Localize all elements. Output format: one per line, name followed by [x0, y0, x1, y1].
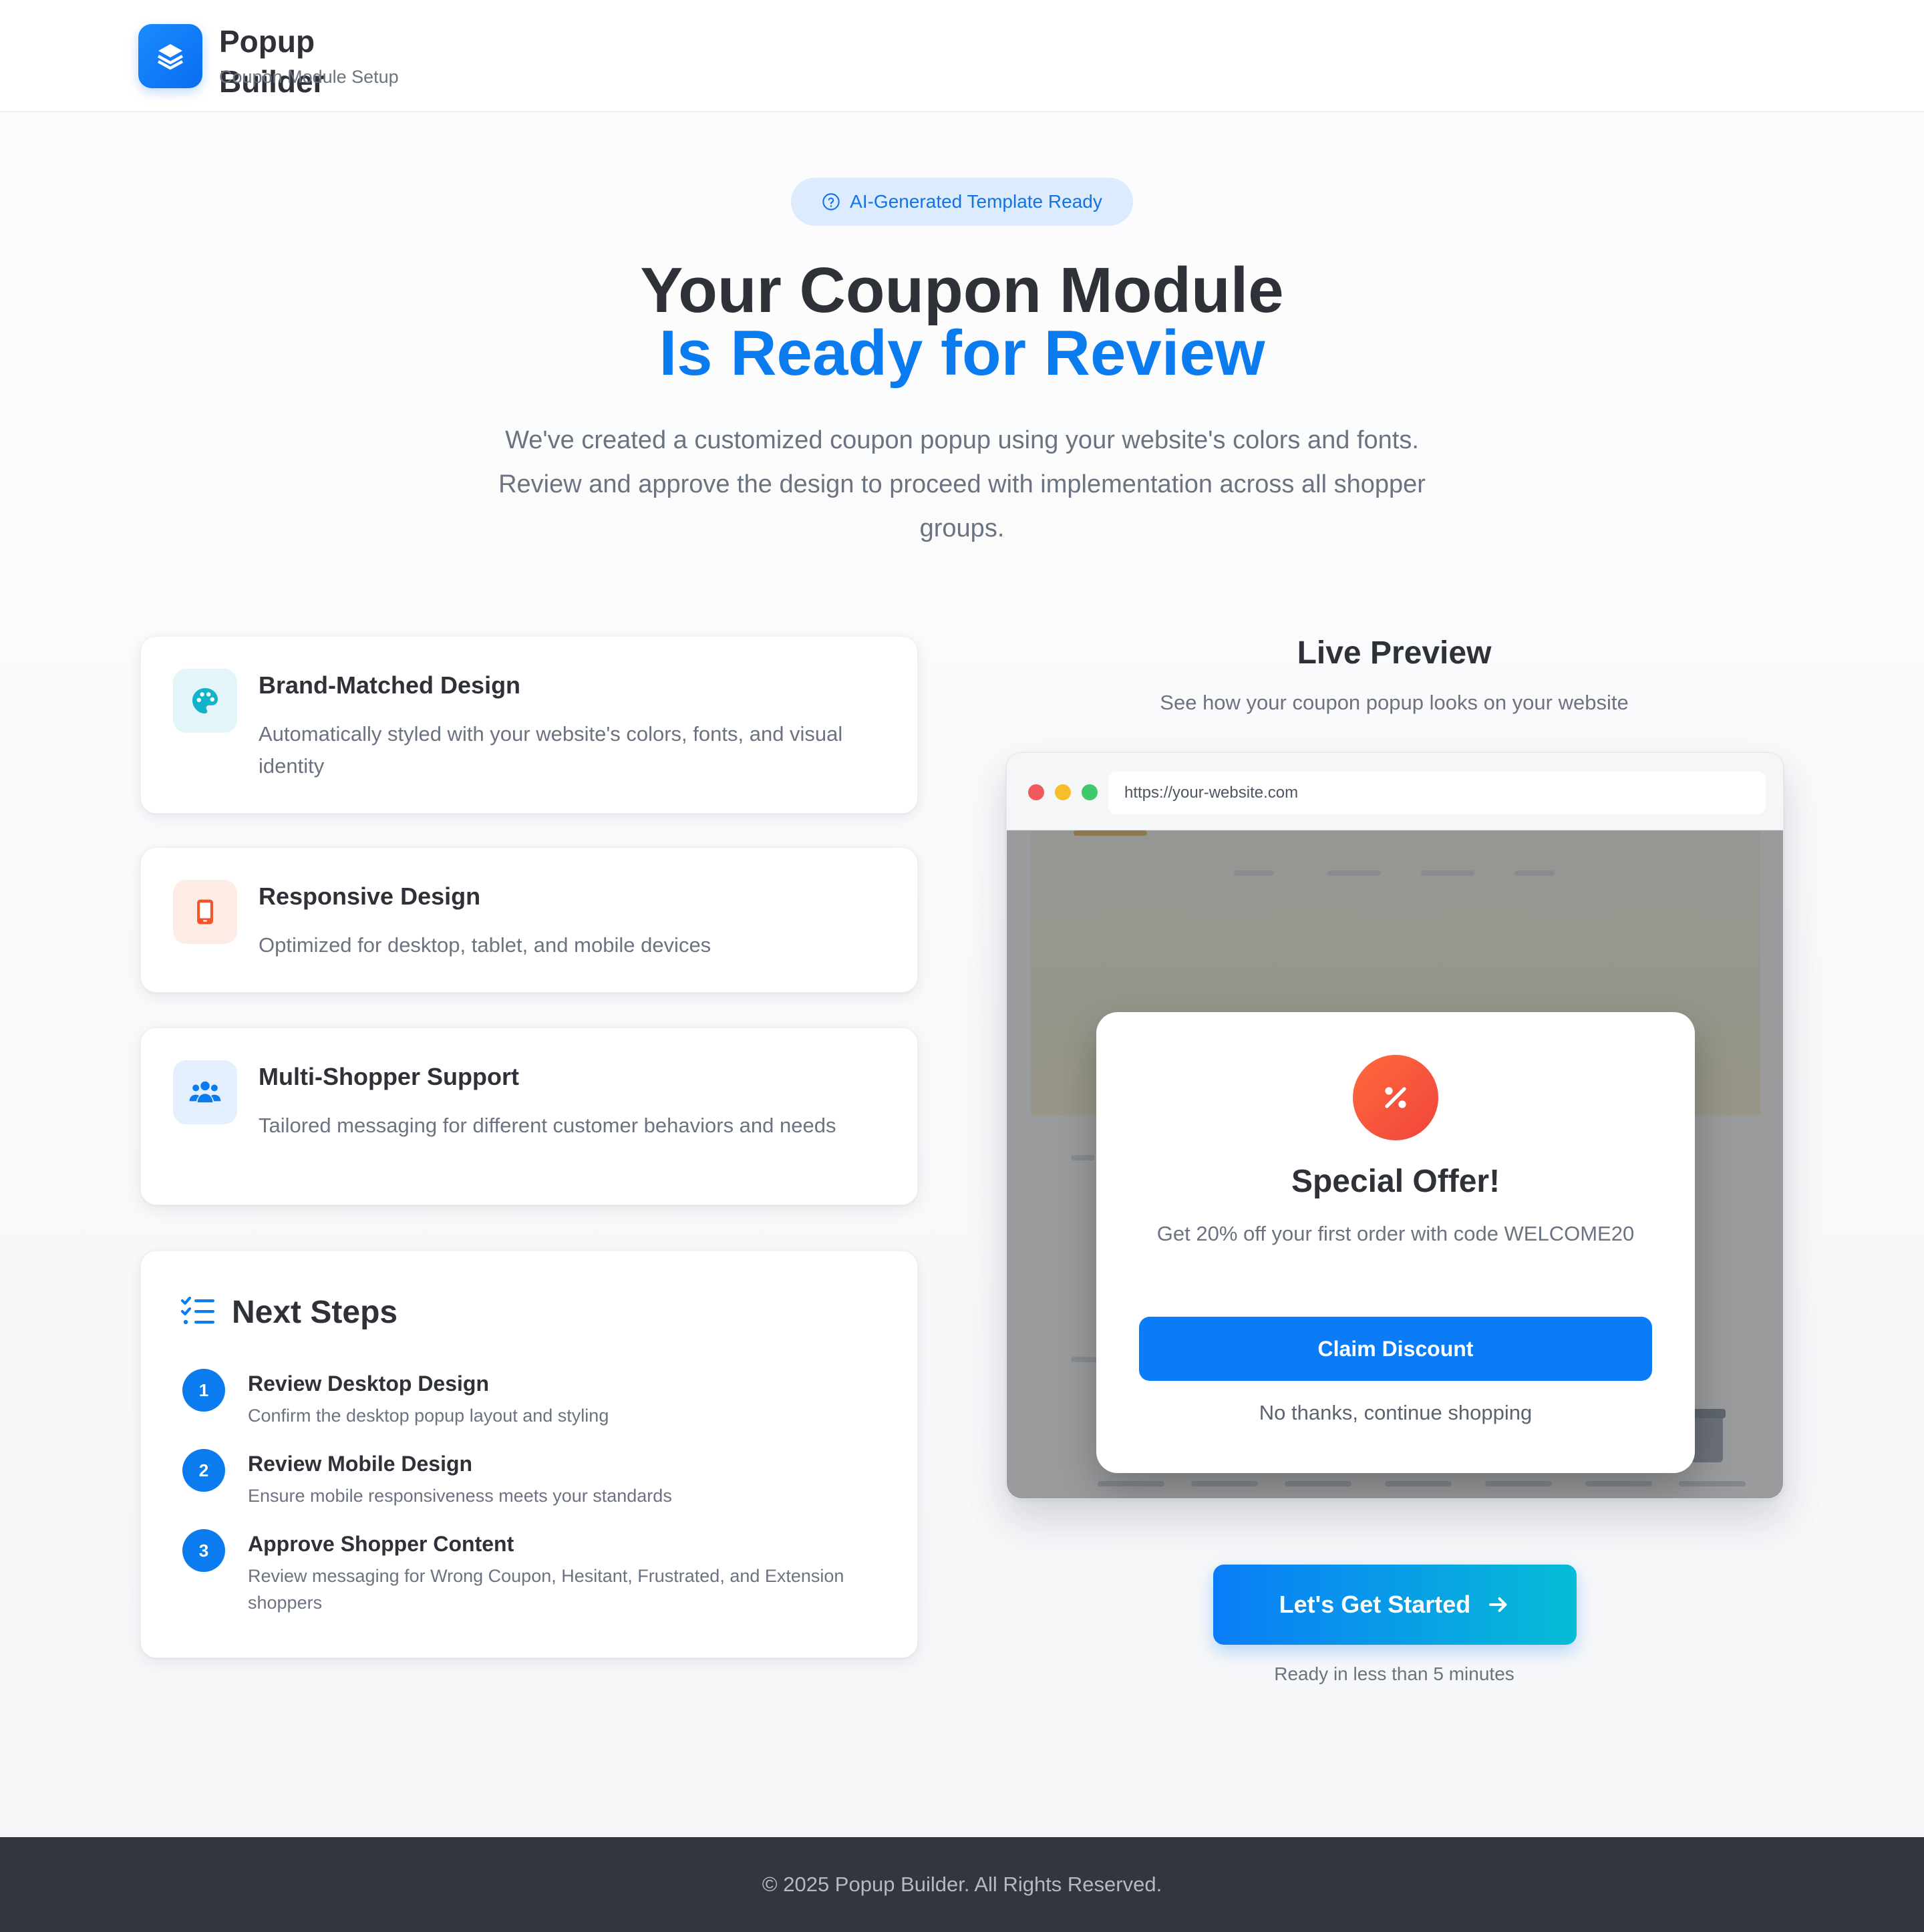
- browser-toolbar: https://your-website.com: [1007, 753, 1783, 830]
- browser-mockup: https://your-website.com Special Offer! …: [1006, 752, 1784, 1499]
- url-bar[interactable]: https://your-website.com: [1108, 772, 1766, 814]
- feature-description: Automatically styled with your website's…: [259, 722, 843, 778]
- brand-subtitle: Coupon Module Setup: [219, 67, 399, 87]
- get-started-button[interactable]: Let's Get Started: [1213, 1565, 1577, 1645]
- next-steps-card: Next Steps 1 Review Desktop Design Confi…: [140, 1251, 918, 1658]
- brand-title[interactable]: Popup Builder: [219, 21, 346, 102]
- hero-title-line2: Is Ready for Review: [659, 317, 1265, 389]
- palette-icon: [173, 669, 237, 733]
- step-description: Confirm the desktop popup layout and sty…: [248, 1406, 609, 1426]
- website-preview: Special Offer! Get 20% off your first or…: [1007, 830, 1783, 1498]
- close-dot-icon: [1028, 784, 1044, 800]
- help-circle-icon: [822, 193, 840, 210]
- dismiss-link[interactable]: No thanks, continue shopping: [1096, 1401, 1695, 1425]
- feature-description: Tailored messaging for different custome…: [259, 1114, 836, 1137]
- get-started-label: Let's Get Started: [1279, 1591, 1471, 1618]
- feature-card-brand-matched: Brand-Matched Design Automatically style…: [140, 636, 918, 814]
- step-title: Review Desktop Design: [248, 1372, 489, 1396]
- live-preview-subtitle: See how your coupon popup looks on your …: [1160, 691, 1629, 714]
- footer: © 2025 Popup Builder. All Rights Reserve…: [0, 1837, 1924, 1932]
- arrow-right-icon: [1489, 1597, 1507, 1612]
- step-description: Review messaging for Wrong Coupon, Hesit…: [248, 1566, 844, 1613]
- step-description: Ensure mobile responsiveness meets your …: [248, 1486, 672, 1506]
- top-header: Popup Builder Coupon Module Setup: [0, 0, 1924, 112]
- hero-description: We've created a customized coupon popup …: [498, 426, 1426, 542]
- badge-label: AI-Generated Template Ready: [850, 191, 1102, 212]
- task-list-icon: [181, 1297, 214, 1325]
- feature-title: Multi-Shopper Support: [259, 1063, 519, 1090]
- step-title: Approve Shopper Content: [248, 1532, 514, 1556]
- coupon-popup: Special Offer! Get 20% off your first or…: [1096, 1012, 1695, 1473]
- step-number: 1: [182, 1369, 225, 1412]
- feature-card-multi-shopper: Multi-Shopper Support Tailored messaging…: [140, 1027, 918, 1205]
- percent-icon: [1353, 1055, 1438, 1140]
- cta-note: Ready in less than 5 minutes: [1274, 1663, 1514, 1684]
- popup-description: Get 20% off your first order with code W…: [1156, 1222, 1635, 1245]
- feature-title: Responsive Design: [259, 882, 481, 910]
- feature-title: Brand-Matched Design: [259, 671, 521, 699]
- feature-card-responsive: Responsive Design Optimized for desktop,…: [140, 847, 918, 993]
- claim-discount-button[interactable]: Claim Discount: [1139, 1317, 1652, 1381]
- feature-description: Optimized for desktop, tablet, and mobil…: [259, 933, 711, 957]
- step-number: 2: [182, 1449, 225, 1492]
- step-title: Review Mobile Design: [248, 1452, 473, 1476]
- step-number: 3: [182, 1529, 225, 1572]
- users-icon: [173, 1060, 237, 1124]
- next-steps-title: Next Steps: [232, 1295, 398, 1330]
- footer-copyright: © 2025 Popup Builder. All Rights Reserve…: [762, 1873, 1162, 1896]
- minimize-dot-icon: [1055, 784, 1071, 800]
- tablet-icon: [173, 880, 237, 944]
- maximize-dot-icon: [1082, 784, 1098, 800]
- ai-template-badge: AI-Generated Template Ready: [791, 178, 1133, 226]
- live-preview-title: Live Preview: [1297, 635, 1492, 671]
- popup-title: Special Offer!: [1291, 1164, 1500, 1199]
- layers-icon[interactable]: [138, 24, 202, 88]
